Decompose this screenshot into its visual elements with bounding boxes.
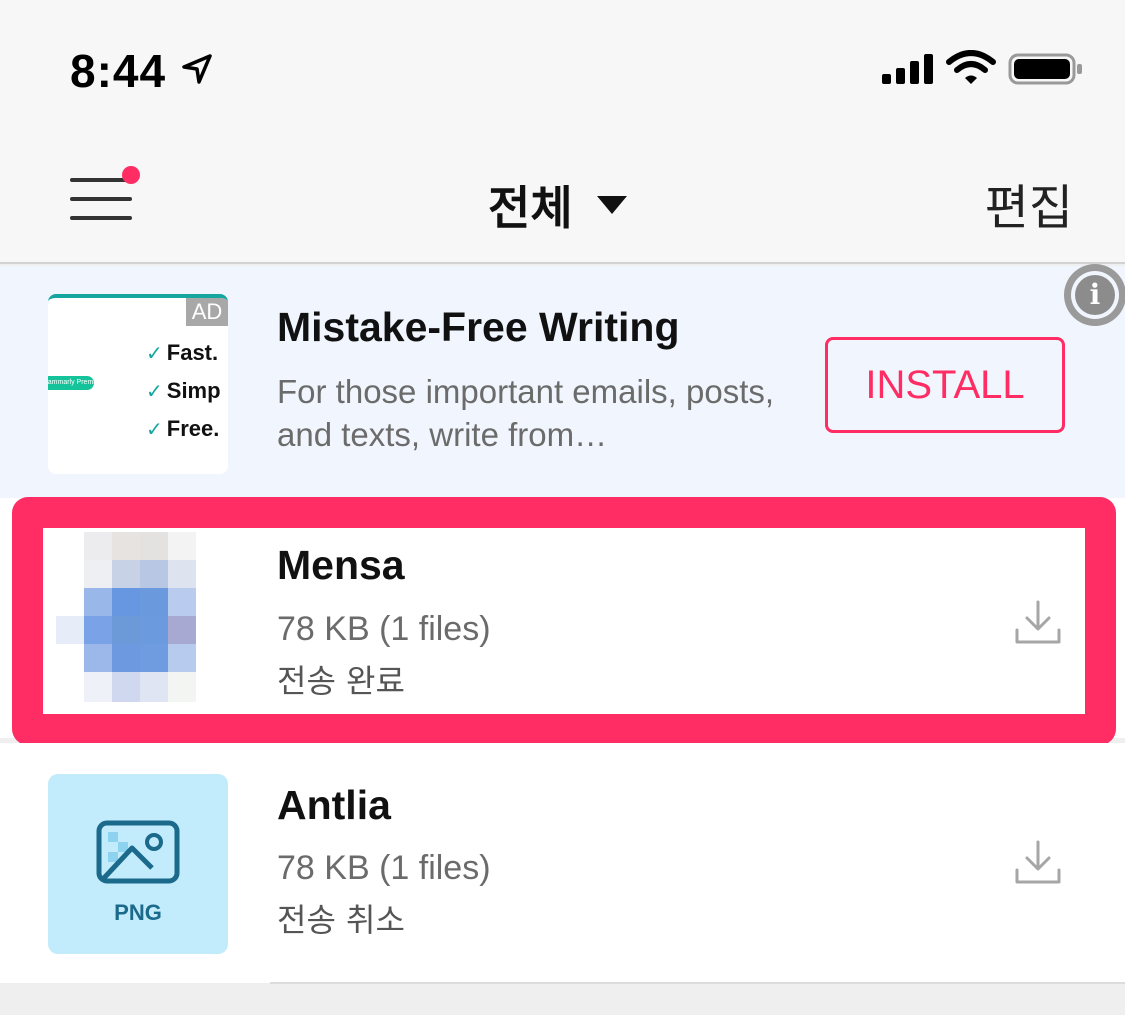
info-icon: i [1075, 275, 1115, 315]
png-label: PNG [114, 900, 162, 925]
ad-info-button[interactable]: i [1064, 264, 1125, 326]
file-size: 78 KB (1 files) [277, 610, 491, 648]
notification-dot [122, 166, 140, 184]
check-icon: ✓ [146, 343, 163, 365]
file-status: 전송 취소 [277, 901, 405, 939]
ad-check-item: ✓ Free. [146, 416, 220, 441]
battery-icon [1008, 53, 1082, 85]
hamburger-menu-button[interactable] [66, 166, 140, 226]
menu-line [70, 197, 132, 201]
menu-line [70, 216, 132, 220]
file-thumbnail-image[interactable] [56, 532, 232, 702]
download-icon[interactable] [1014, 600, 1062, 646]
edit-button[interactable]: 편집 [985, 168, 1073, 238]
ad-description: For those important emails, posts, and t… [277, 373, 775, 453]
file-status: 전송 완료 [277, 662, 405, 700]
ad-row[interactable]: AD Grammarly Premium ✓Fast. ✓Simp ✓Free.… [0, 264, 1125, 498]
ad-check-item: ✓ Fast. [146, 340, 219, 365]
filter-title: 전체 [488, 182, 573, 234]
download-icon[interactable] [1014, 840, 1062, 886]
ad-brand-pill: Grammarly Premium [48, 376, 94, 390]
file-name: Antlia [277, 782, 391, 828]
file-thumbnail-png[interactable]: PNG [48, 774, 228, 954]
filter-dropdown[interactable]: 전체 [488, 172, 627, 238]
cellular-signal-icon [882, 54, 933, 84]
info-ring: i [1071, 271, 1119, 319]
install-button[interactable]: INSTALL [825, 337, 1065, 433]
location-arrow-icon [182, 54, 212, 84]
file-name: Mensa [277, 542, 405, 588]
status-time: 8:44 [70, 45, 167, 97]
ad-badge: AD [186, 298, 228, 326]
status-bar: 8:44 [0, 0, 1125, 130]
file-size: 78 KB (1 files) [277, 849, 491, 887]
row-divider [270, 982, 1125, 984]
caret-down-icon [596, 196, 627, 214]
wifi-icon [946, 50, 996, 84]
image-file-icon [96, 820, 180, 884]
check-icon: ✓ [146, 419, 163, 441]
check-icon: ✓ [146, 381, 163, 403]
ad-thumbnail[interactable]: AD Grammarly Premium ✓Fast. ✓Simp ✓Free. [48, 294, 228, 474]
ad-check-item: ✓ Simp [146, 378, 221, 403]
ad-title: Mistake-Free Writing [277, 304, 680, 350]
nav-bar: 전체 편집 [0, 130, 1125, 264]
